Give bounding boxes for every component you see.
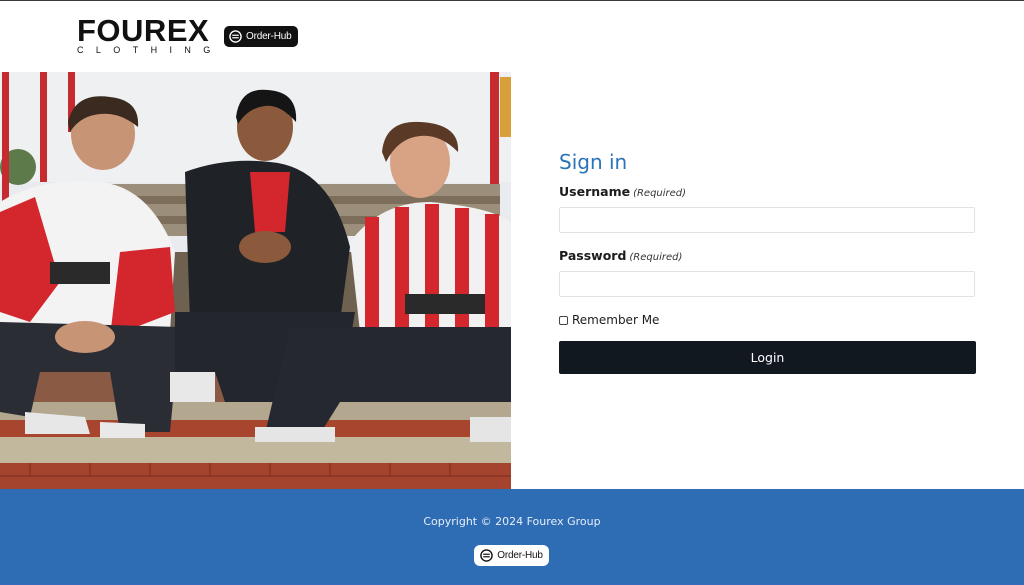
login-button[interactable]: Login	[559, 341, 976, 374]
remember-me[interactable]: Remember Me	[559, 313, 659, 327]
password-label-text: Password	[559, 248, 627, 263]
order-hub-label: Order-Hub	[246, 31, 292, 42]
password-input[interactable]	[559, 271, 975, 297]
header: FOUREX CLOTHING Order-Hub	[0, 1, 1024, 72]
copyright-text: Copyright © 2024 Fourex Group	[423, 515, 601, 528]
username-label: Username (Required)	[559, 184, 686, 199]
footer-order-hub-badge[interactable]: Order-Hub	[474, 545, 549, 566]
username-required-note: (Required)	[633, 188, 687, 199]
sign-in-title: Sign in	[559, 150, 628, 174]
brand-logo[interactable]: FOUREX CLOTHING	[77, 13, 223, 55]
order-hub-icon	[229, 30, 242, 43]
remember-me-label[interactable]: Remember Me	[572, 313, 659, 327]
footer-order-hub-label: Order-Hub	[497, 550, 543, 561]
order-hub-icon	[480, 549, 494, 562]
username-input[interactable]	[559, 207, 975, 233]
order-hub-badge: Order-Hub	[224, 26, 299, 47]
footer: Copyright © 2024 Fourex Group Order-Hub	[0, 489, 1024, 585]
brand-name: FOUREX	[77, 13, 210, 48]
password-required-note: (Required)	[629, 252, 683, 263]
remember-me-checkbox[interactable]	[559, 315, 568, 325]
username-label-text: Username	[559, 184, 631, 199]
hero-photo	[0, 72, 511, 489]
brand-subtitle: CLOTHING	[77, 45, 223, 55]
password-label: Password (Required)	[559, 248, 682, 263]
hero-image	[0, 72, 511, 489]
